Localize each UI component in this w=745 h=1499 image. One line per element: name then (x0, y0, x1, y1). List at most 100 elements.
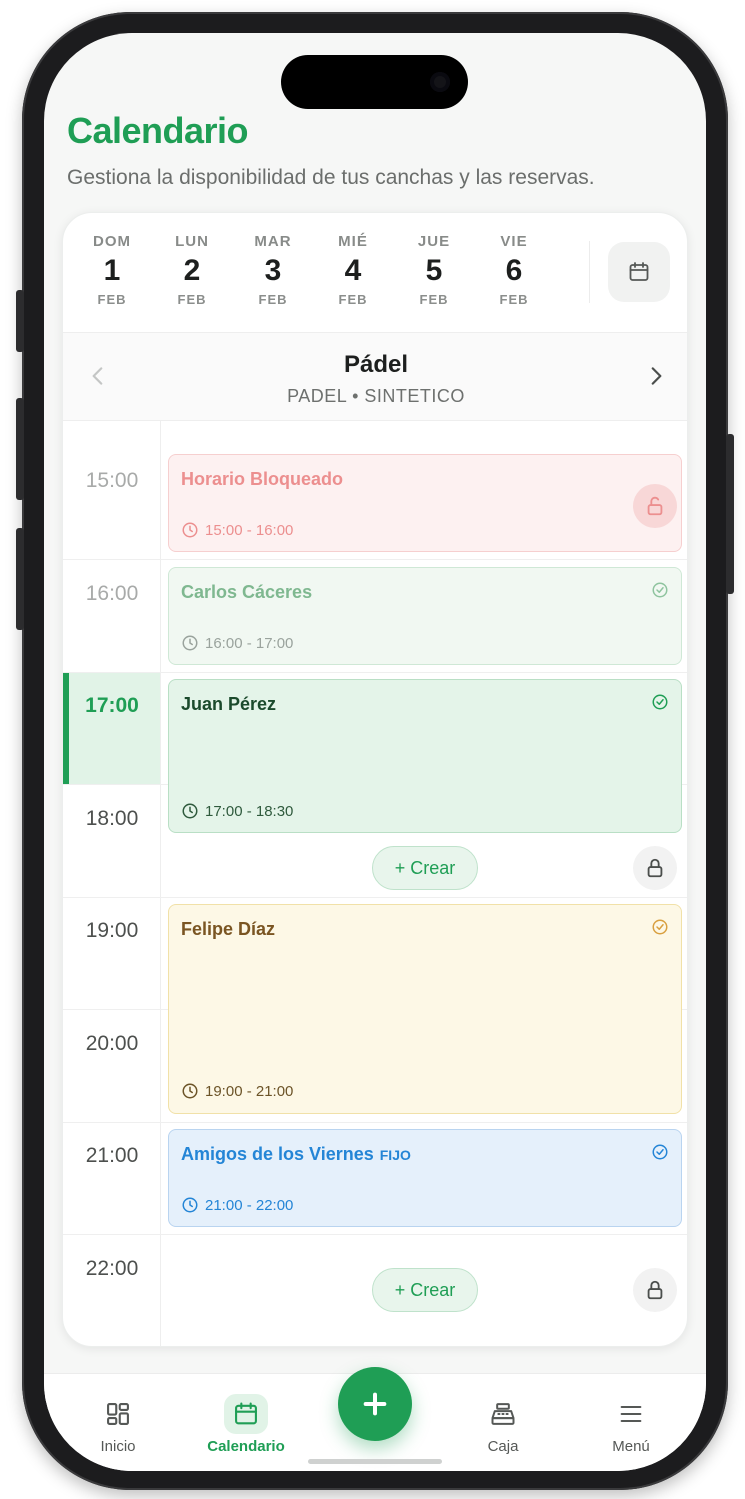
nav-icon-wrap (96, 1394, 140, 1434)
nav-icon-wrap (609, 1394, 653, 1434)
hour-divider (63, 897, 687, 898)
volume-down-button (16, 528, 24, 630)
block-slot-button[interactable] (633, 846, 677, 890)
nav-caja[interactable]: Caja (448, 1394, 558, 1455)
screen: Calendario Gestiona la disponibilidad de… (44, 33, 706, 1471)
page-subtitle: Gestiona la disponibilidad de tus cancha… (67, 166, 595, 189)
day-month: FEB (499, 292, 529, 307)
reservation-current[interactable]: Juan Pérez 17:00 - 18:30 (168, 679, 682, 833)
time-label: 20:00 (85, 1032, 139, 1055)
clock-icon (182, 803, 198, 819)
day-number: 5 (425, 254, 443, 287)
mute-switch (16, 290, 24, 352)
menu-icon (620, 1405, 642, 1423)
reservation-pending[interactable]: Felipe Díaz 19:00 - 21:00 (168, 904, 682, 1114)
event-title: Carlos Cáceres (181, 582, 313, 602)
event-time-text: 16:00 - 17:00 (205, 634, 294, 652)
day-thursday[interactable]: JUE 5 FEB (394, 233, 474, 307)
day-name: LUN (175, 233, 209, 250)
strip-divider (589, 241, 590, 303)
cash-register-icon (491, 1403, 515, 1425)
calendar-card: DOM 1 FEB LUN 2 FEB MAR 3 FEB MIÉ 4 FEB … (62, 212, 688, 1347)
event-time: 16:00 - 17:00 (181, 634, 293, 652)
calendar-icon (235, 1402, 257, 1425)
block-slot-button[interactable] (633, 1268, 677, 1312)
court-type: PADEL • SINTETICO (287, 386, 465, 406)
blocked-slot[interactable]: Horario Bloqueado 15:00 - 16:00 (168, 454, 682, 552)
nav-label: Inicio (100, 1438, 136, 1455)
check-icon (651, 918, 669, 941)
event-time: 19:00 - 21:00 (181, 1082, 293, 1100)
day-number: 4 (344, 254, 362, 287)
event-title: Felipe Díaz (181, 919, 276, 939)
event-title-text: Amigos de los Viernes (181, 1144, 374, 1164)
calendar-picker-button[interactable] (608, 242, 670, 302)
lock-icon (647, 1280, 663, 1300)
home-indicator (308, 1459, 442, 1464)
check-icon (651, 693, 669, 716)
page-title: Calendario (67, 110, 249, 151)
time-label-current: 17:00 (85, 694, 139, 717)
event-time: 17:00 - 18:30 (181, 802, 293, 820)
day-month: FEB (258, 292, 288, 307)
day-number: 3 (264, 254, 282, 287)
reservation-fixed[interactable]: Amigos de los Viernes FIJO 21:00 - 22:00 (168, 1129, 682, 1227)
court-name: Pádel (343, 351, 409, 378)
day-monday[interactable]: LUN 2 FEB (152, 233, 232, 307)
day-month: FEB (419, 292, 449, 307)
event-title: Horario Bloqueado (181, 469, 344, 489)
hour-divider (63, 672, 687, 673)
event-time-text: 15:00 - 16:00 (205, 521, 294, 539)
time-label: 22:00 (85, 1257, 139, 1280)
day-name: DOM (93, 233, 131, 250)
unlock-button[interactable] (633, 484, 677, 528)
nav-inicio[interactable]: Inicio (63, 1394, 173, 1455)
nav-label: Calendario (207, 1438, 285, 1455)
day-number: 6 (505, 254, 523, 287)
add-reservation-fab[interactable] (338, 1367, 412, 1441)
clock-icon (182, 1083, 198, 1099)
hour-divider (63, 1122, 687, 1123)
nav-icon-wrap (481, 1394, 525, 1434)
clock-icon (182, 635, 198, 651)
nav-label: Caja (487, 1438, 519, 1455)
day-month: FEB (177, 292, 207, 307)
create-reservation-button[interactable]: + Crear (372, 1268, 478, 1312)
day-name: JUE (417, 233, 451, 250)
camera-icon (430, 72, 450, 92)
day-name: VIE (500, 233, 528, 250)
day-wednesday[interactable]: MIÉ 4 FEB (313, 233, 393, 307)
nav-menu[interactable]: Menú (576, 1394, 686, 1455)
day-friday[interactable]: VIE 6 FEB (474, 233, 554, 307)
create-reservation-button[interactable]: + Crear (372, 846, 478, 890)
time-label: 18:00 (85, 807, 139, 830)
time-label: 16:00 (85, 582, 139, 605)
next-court-button[interactable] (643, 363, 669, 394)
nav-icon-wrap (224, 1394, 268, 1434)
fixed-tag: FIJO (379, 1147, 411, 1163)
lock-icon (647, 858, 663, 878)
reservation-past[interactable]: Carlos Cáceres 16:00 - 17:00 (168, 567, 682, 665)
calendar-icon (629, 262, 649, 281)
dashboard-icon (107, 1403, 129, 1425)
volume-up-button (16, 398, 24, 500)
event-title: Amigos de los Viernes FIJO (181, 1144, 411, 1165)
check-icon (651, 1143, 669, 1166)
event-time-text: 19:00 - 21:00 (205, 1082, 294, 1100)
day-name: MAR (254, 233, 292, 250)
day-sunday[interactable]: DOM 1 FEB (72, 233, 152, 307)
day-month: FEB (338, 292, 368, 307)
clock-icon (182, 1197, 198, 1213)
hour-divider (63, 1234, 687, 1235)
event-time: 21:00 - 22:00 (181, 1196, 293, 1214)
nav-calendario[interactable]: Calendario (191, 1394, 301, 1455)
chevron-right-icon (651, 367, 662, 385)
court-selector: Pádel PADEL • SINTETICO (63, 333, 687, 421)
event-time: 15:00 - 16:00 (181, 521, 293, 539)
day-number: 2 (183, 254, 201, 287)
power-button (726, 434, 734, 594)
date-strip: DOM 1 FEB LUN 2 FEB MAR 3 FEB MIÉ 4 FEB … (63, 213, 687, 333)
hour-divider (63, 559, 687, 560)
day-number: 1 (103, 254, 121, 287)
day-tuesday[interactable]: MAR 3 FEB (233, 233, 313, 307)
